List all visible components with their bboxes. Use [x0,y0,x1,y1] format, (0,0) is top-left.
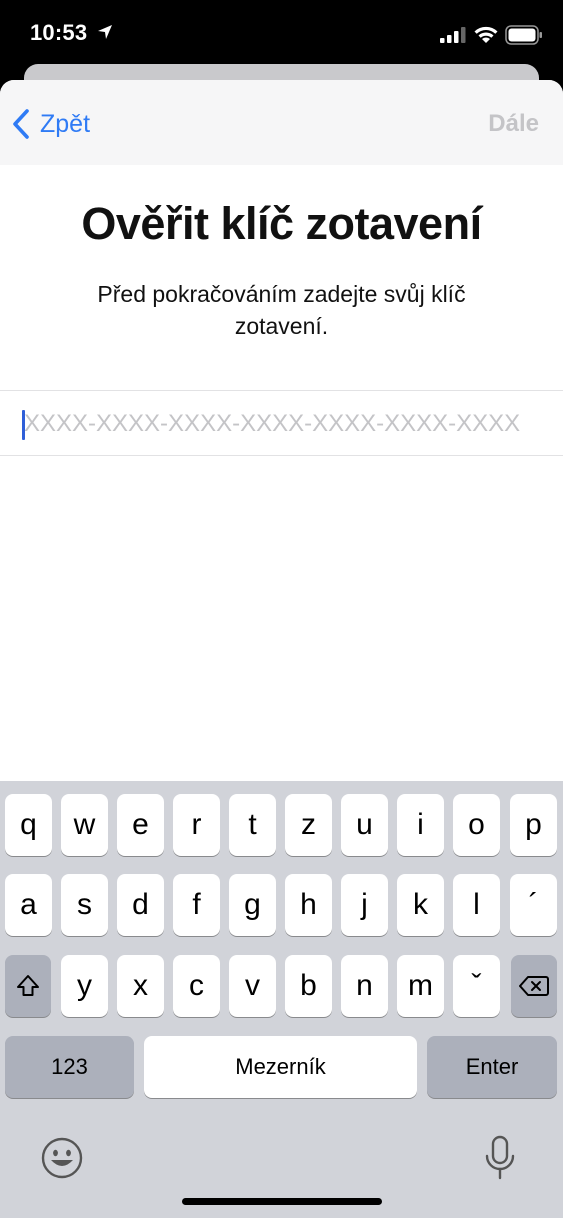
key-y[interactable]: y [61,955,108,1017]
key-l[interactable]: l [453,874,500,936]
key-u[interactable]: u [341,794,388,856]
enter-key[interactable]: Enter [427,1036,557,1098]
text-caret [22,410,25,440]
key-v[interactable]: v [229,955,276,1017]
key-s[interactable]: s [61,874,108,936]
next-button[interactable]: Dále [488,110,539,138]
key-t[interactable]: t [229,794,276,856]
backspace-key[interactable] [511,955,557,1017]
location-arrow-icon [98,25,112,39]
space-key[interactable]: Mezerník [144,1036,417,1098]
emoji-icon[interactable] [40,1136,84,1180]
key-m[interactable]: m [397,955,444,1017]
battery-icon [505,25,542,45]
key-b[interactable]: b [285,955,332,1017]
recovery-key-input[interactable] [24,403,554,445]
key-acute[interactable]: ´ [510,874,557,936]
status-time: 10:53 [30,20,88,45]
key-r[interactable]: r [173,794,220,856]
recovery-key-field[interactable] [0,390,563,456]
numbers-key[interactable]: 123 [5,1036,134,1098]
shift-key[interactable] [5,955,51,1017]
cellular-signal-icon [440,27,466,43]
chevron-left-icon [13,109,29,139]
page-title: Ověřit klíč zotavení [81,198,482,249]
back-button[interactable]: Zpět [10,106,90,142]
key-w[interactable]: w [61,794,108,856]
page-subtitle: Před pokračováním zadejte svůj klíč zota… [97,281,466,339]
backspace-icon [519,976,549,996]
back-button-label: Zpět [40,109,91,138]
key-x[interactable]: x [117,955,164,1017]
keyboard: q w e r t z u i o p a s d f g h j k l ´ … [0,781,563,1218]
status-bar: 10:53 [0,0,563,66]
navigation-bar: Zpět Dále [0,80,563,165]
key-h[interactable]: h [285,874,332,936]
key-j[interactable]: j [341,874,388,936]
wifi-icon [474,26,498,43]
key-o[interactable]: o [453,794,500,856]
key-i[interactable]: i [397,794,444,856]
key-p[interactable]: p [510,794,557,856]
key-z[interactable]: z [285,794,332,856]
shift-icon [17,975,39,996]
key-f[interactable]: f [173,874,220,936]
key-k[interactable]: k [397,874,444,936]
key-e[interactable]: e [117,794,164,856]
home-indicator [182,1198,382,1205]
key-d[interactable]: d [117,874,164,936]
key-caron[interactable]: ˇ [453,955,500,1017]
key-g[interactable]: g [229,874,276,936]
key-n[interactable]: n [341,955,388,1017]
key-q[interactable]: q [5,794,52,856]
microphone-icon[interactable] [484,1135,516,1181]
key-c[interactable]: c [173,955,220,1017]
key-a[interactable]: a [5,874,52,936]
